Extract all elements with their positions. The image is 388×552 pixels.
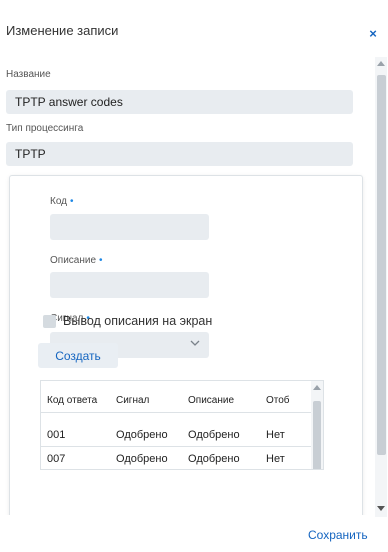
table-scrollbar[interactable] bbox=[311, 381, 323, 469]
required-marker: • bbox=[70, 196, 74, 207]
dialog-scrollbar[interactable] bbox=[375, 57, 387, 517]
table-cell: 001 bbox=[47, 429, 66, 441]
column-header-signal[interactable]: Сигнал bbox=[116, 395, 176, 406]
table-cell: Одобрено bbox=[116, 429, 168, 441]
dialog-scrollbar-thumb[interactable] bbox=[377, 75, 386, 455]
table-cell: 007 bbox=[47, 453, 66, 465]
scroll-up-icon[interactable] bbox=[313, 385, 321, 390]
show-description-label: Вывод описания на экран bbox=[63, 314, 213, 328]
close-button[interactable]: × bbox=[363, 27, 383, 42]
column-header-code[interactable]: Код ответа bbox=[47, 395, 109, 406]
name-label: Название bbox=[6, 69, 51, 80]
description-label: Описание • bbox=[50, 255, 103, 266]
code-label: Код • bbox=[50, 196, 74, 207]
table-cell: Одобрено bbox=[116, 453, 168, 465]
dialog-title: Изменение записи bbox=[6, 23, 119, 38]
chevron-down-icon bbox=[190, 340, 200, 346]
table-cell: Нет bbox=[266, 429, 285, 441]
required-marker: • bbox=[99, 255, 103, 266]
table-cell: Одобрено bbox=[188, 453, 240, 465]
scroll-up-icon[interactable] bbox=[377, 61, 385, 66]
dialog-footer: Сохранить bbox=[0, 517, 388, 552]
show-description-checkbox[interactable] bbox=[43, 315, 56, 328]
column-header-display[interactable]: Отоб bbox=[266, 395, 306, 406]
column-header-description[interactable]: Описание bbox=[188, 395, 248, 406]
answer-codes-table: Код ответа Сигнал Описание Отоб 001 Одоб… bbox=[40, 380, 324, 470]
processing-type-label: Тип процессинга bbox=[6, 123, 84, 134]
processing-type-field: TPTP bbox=[6, 142, 353, 166]
name-field: TPTP answer codes bbox=[6, 90, 353, 114]
table-header-row: Код ответа Сигнал Описание Отоб bbox=[41, 391, 311, 413]
save-button[interactable]: Сохранить bbox=[308, 528, 368, 542]
table-row[interactable]: 001 Одобрено Одобрено Нет bbox=[41, 425, 311, 447]
code-input[interactable] bbox=[50, 214, 209, 240]
scroll-down-icon[interactable] bbox=[377, 506, 385, 511]
table-cell: Одобрено bbox=[188, 429, 240, 441]
create-button[interactable]: Создать bbox=[38, 343, 118, 368]
table-scrollbar-thumb[interactable] bbox=[313, 401, 321, 469]
edit-record-dialog: Изменение записи × Название TPTP answer … bbox=[0, 0, 388, 552]
description-input[interactable] bbox=[50, 272, 209, 298]
table-row[interactable]: 007 Одобрено Одобрено Нет bbox=[41, 449, 311, 469]
table-cell: Нет bbox=[266, 453, 285, 465]
